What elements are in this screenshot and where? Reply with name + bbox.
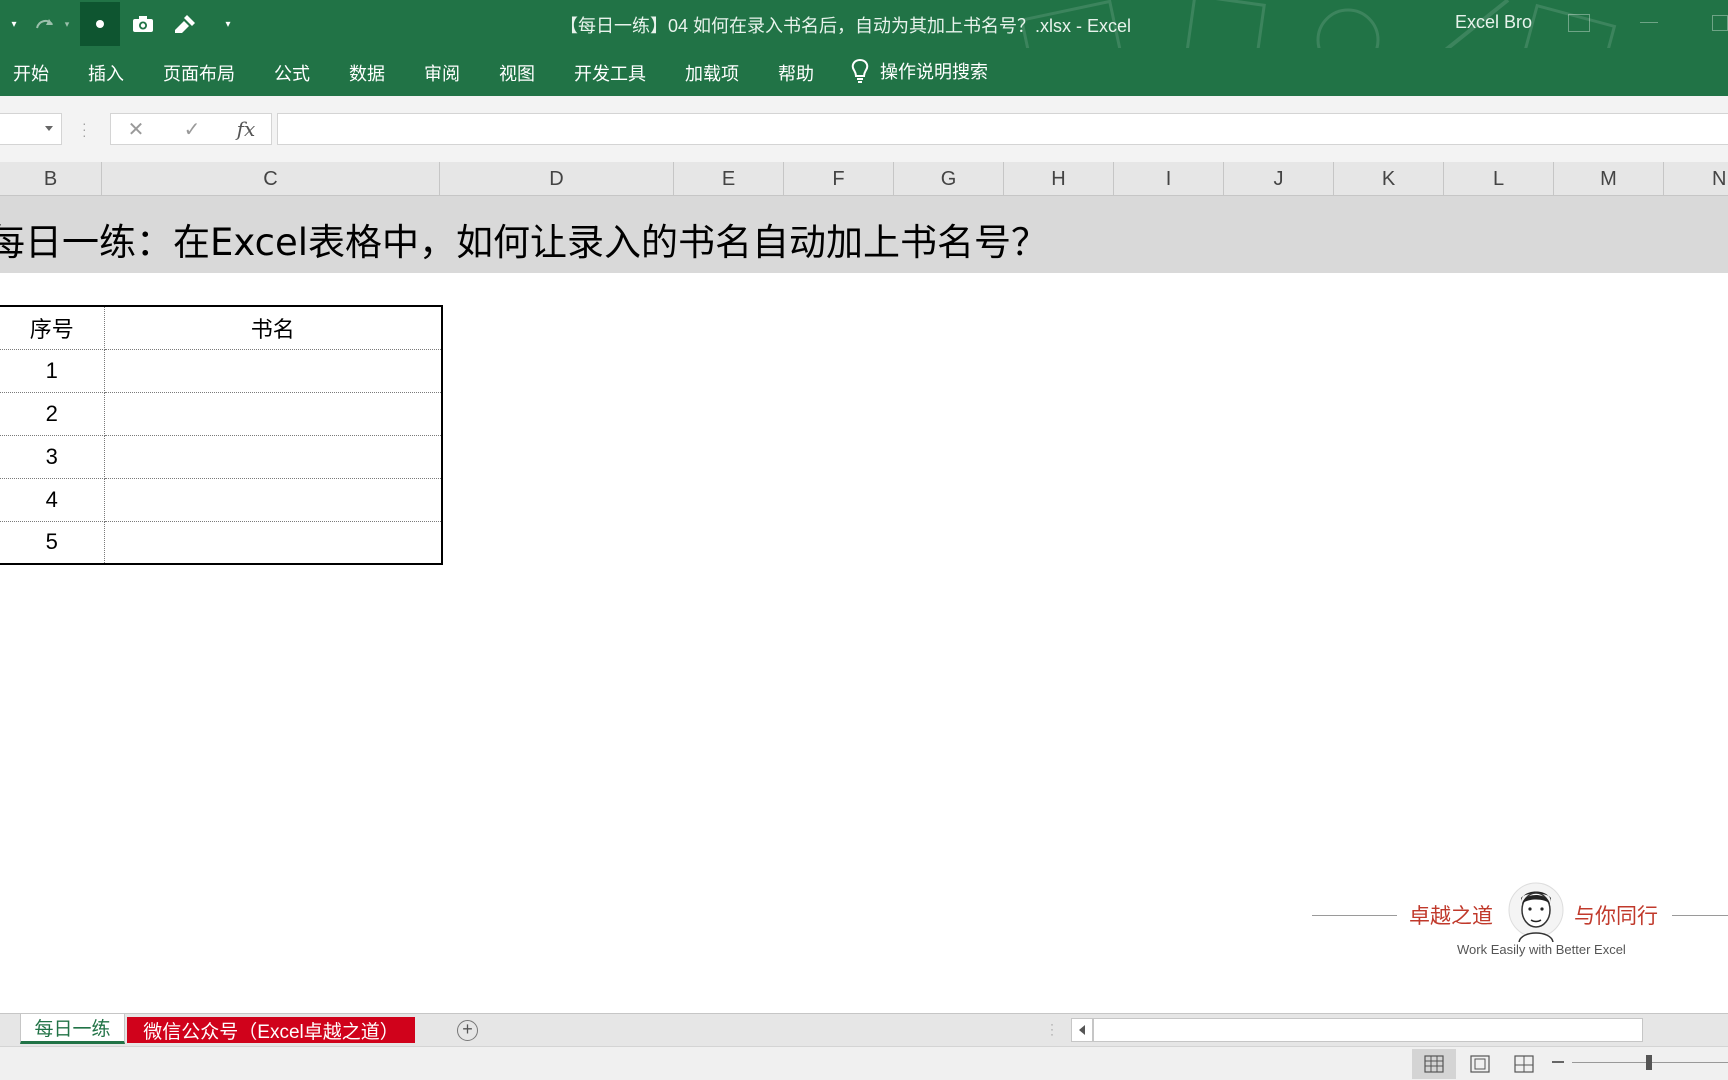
column-header-i[interactable]: I [1114,162,1224,196]
seq-cell[interactable]: 5 [0,520,105,565]
tab-review[interactable]: 审阅 [424,60,460,86]
tab-developer[interactable]: 开发工具 [574,60,646,86]
name-box[interactable] [0,113,62,145]
minimize-button[interactable] [1640,22,1658,23]
page-layout-view-button[interactable] [1458,1049,1502,1079]
column-header-e[interactable]: E [674,162,784,196]
table-row: 4 [0,477,443,522]
column-header-k[interactable]: K [1334,162,1444,196]
normal-view-icon [1424,1055,1444,1073]
tab-view[interactable]: 视图 [499,60,535,86]
normal-view-button[interactable] [1412,1049,1456,1079]
zoom-slider-thumb[interactable] [1646,1055,1652,1070]
column-header-d[interactable]: D [440,162,674,196]
window-title: 【每日一练】04 如何在录入书名后，自动为其加上书名号？.xlsx - Exce… [560,16,1132,36]
header-cell-book-name[interactable]: 书名 [103,305,443,350]
seq-cell[interactable]: 4 [0,477,105,522]
redo-icon[interactable] [30,8,60,40]
table-header-row: 序号 书名 [0,305,443,350]
horizontal-scrollbar[interactable] [1093,1018,1643,1042]
name-box-dropdown-icon[interactable] [45,126,53,131]
worksheet-grid[interactable]: 每日一练：在Excel表格中，如何让录入的书名自动加上书名号？ 序号 书名 1 … [0,196,1728,1013]
lightbulb-icon [851,58,869,83]
column-header-m[interactable]: M [1554,162,1664,196]
tell-me-label: 操作说明搜索 [880,62,988,82]
ribbon-tabs: 开始 插入 页面布局 公式 数据 审阅 视图 开发工具 加载项 帮助 操作说明搜… [0,48,1728,96]
table-row: 2 [0,391,443,436]
data-table: 序号 书名 1 2 3 4 5 [0,305,443,565]
formula-input[interactable] [277,113,1728,145]
formula-bar-resize-handle[interactable]: · · · [82,116,88,142]
book-name-cell[interactable] [103,348,443,393]
title-row-band[interactable]: 每日一练：在Excel表格中，如何让录入的书名自动加上书名号？ [0,196,1728,273]
scroll-left-icon [1079,1025,1085,1035]
tab-formulas[interactable]: 公式 [274,60,310,86]
table-row: 5 [0,520,443,565]
insert-function-button[interactable]: fx [231,117,261,141]
column-header-g[interactable]: G [894,162,1004,196]
tab-home[interactable]: 开始 [13,60,49,86]
column-header-f[interactable]: F [784,162,894,196]
tab-insert[interactable]: 插入 [88,60,124,86]
status-bar [0,1046,1728,1080]
maximize-button[interactable] [1712,15,1728,31]
camera-icon[interactable] [128,8,158,40]
sheet-tab-daily-practice[interactable]: 每日一练 [20,1014,125,1044]
column-header-n[interactable]: N [1664,162,1728,196]
title-bar: ▾ ▾ ▾ 【每日一练】04 如何在录入书名后，自动为其加上书名号？.xlsx … [0,0,1728,48]
seq-cell[interactable]: 3 [0,434,105,479]
brand-divider-left [1312,915,1397,916]
column-headers: B C D E F G H I J K L M N [0,162,1728,196]
portrait-icon [1508,882,1564,942]
brand-divider-right [1672,915,1728,916]
tab-data[interactable]: 数据 [349,60,385,86]
column-header-c[interactable]: C [102,162,440,196]
record-button[interactable] [80,2,120,46]
enter-entry-button[interactable]: ✓ [177,117,207,141]
formula-bar-area: · · · ✕ ✓ fx [0,96,1728,162]
brand-tagline: Work Easily with Better Excel [1457,942,1626,957]
column-header-l[interactable]: L [1444,162,1554,196]
sheet-tab-wechat[interactable]: 微信公众号（Excel卓越之道） [127,1017,415,1043]
cancel-entry-button[interactable]: ✕ [121,117,151,141]
table-row: 1 [0,348,443,393]
undo-dropdown-icon[interactable]: ▾ [4,8,24,40]
page-layout-icon [1470,1055,1490,1073]
seq-cell[interactable]: 1 [0,348,105,393]
brand-text-left: 卓越之道 [1409,904,1493,928]
column-header-b[interactable]: B [0,162,102,196]
tab-add-ins[interactable]: 加载项 [685,60,739,86]
brand-logo: 卓越之道 与你同行 Work Easily with Better Excel [1312,880,1728,980]
tab-page-layout[interactable]: 页面布局 [163,60,235,86]
user-name[interactable]: Excel Bro [1455,12,1532,33]
formula-bar-buttons: ✕ ✓ fx [110,113,272,145]
seq-cell[interactable]: 2 [0,391,105,436]
tab-split-handle[interactable]: · · · [1050,1018,1056,1040]
add-sheet-button[interactable]: + [457,1020,478,1041]
page-break-preview-button[interactable] [1502,1049,1546,1079]
header-cell-seq[interactable]: 序号 [0,305,105,350]
tell-me-search[interactable]: 操作说明搜索 [850,58,988,84]
book-name-cell[interactable] [103,520,443,565]
redo-dropdown-icon[interactable]: ▾ [60,8,74,40]
book-name-cell[interactable] [103,434,443,479]
format-painter-icon[interactable] [170,8,200,40]
column-header-h[interactable]: H [1004,162,1114,196]
table-row: 3 [0,434,443,479]
book-name-cell[interactable] [103,477,443,522]
record-dot-icon [96,20,104,28]
customize-qat-icon[interactable]: ▾ [218,8,238,40]
zoom-out-button[interactable] [1552,1061,1564,1063]
brand-text-right: 与你同行 [1574,904,1658,928]
sheet-title[interactable]: 每日一练：在Excel表格中，如何让录入的书名自动加上书名号？ [0,212,1048,266]
scroll-left-button[interactable] [1071,1018,1093,1042]
book-name-cell[interactable] [103,391,443,436]
page-break-icon [1514,1055,1534,1073]
ribbon-display-options-button[interactable] [1568,14,1590,32]
tab-help[interactable]: 帮助 [778,60,814,86]
column-header-j[interactable]: J [1224,162,1334,196]
